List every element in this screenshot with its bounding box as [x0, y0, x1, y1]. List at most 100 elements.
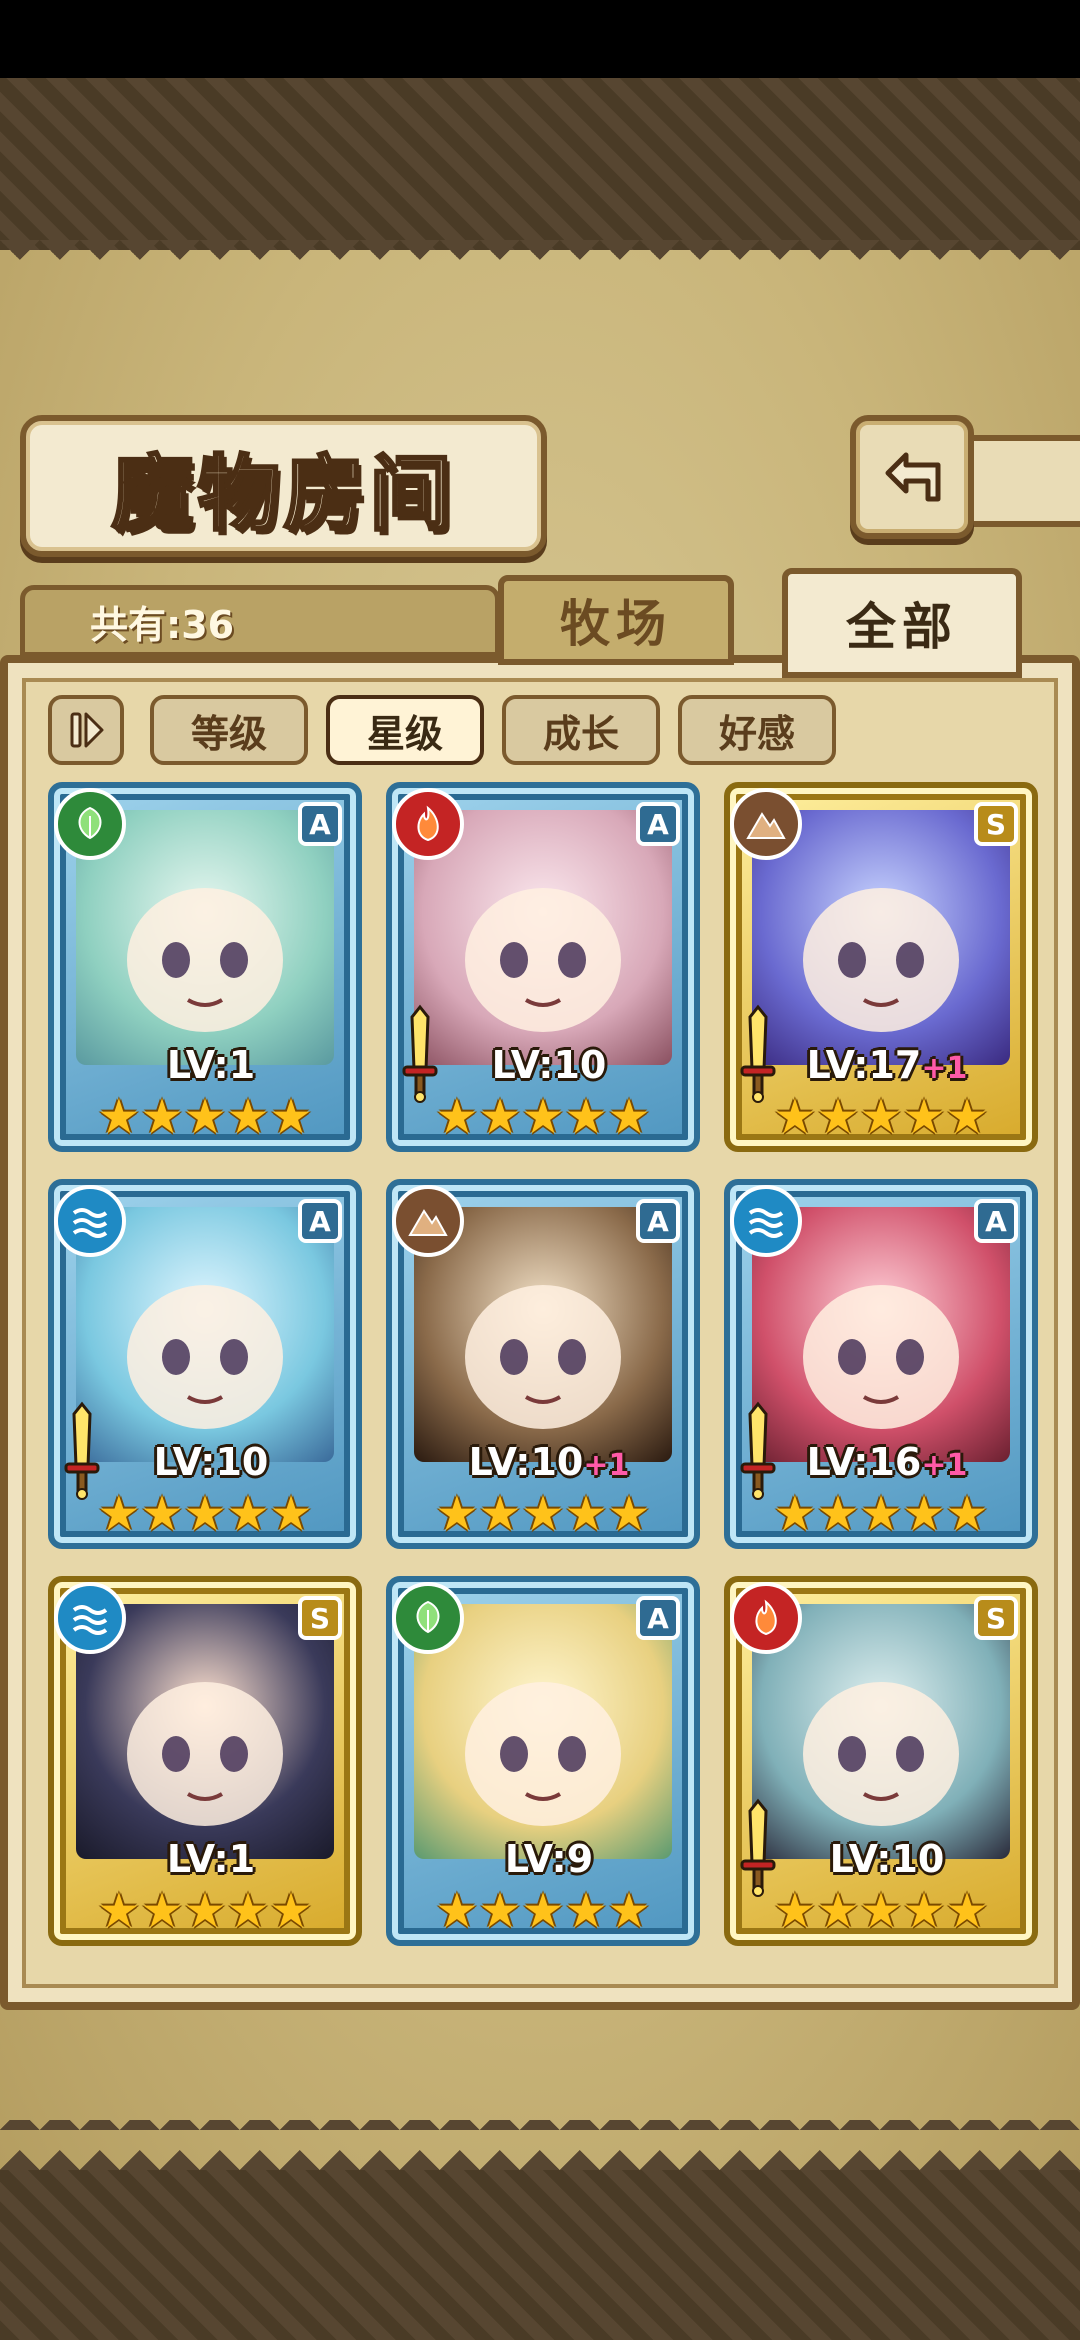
star-icon: ★ — [902, 1089, 946, 1145]
monster-card[interactable]: A LV:16+1 ★ ★ ★ ★ ★ — [724, 1179, 1038, 1549]
monster-card[interactable]: A LV:10 ★ ★ ★ ★ ★ — [386, 782, 700, 1152]
monster-card[interactable]: A LV:9 ★ ★ ★ ★ ★ — [386, 1576, 700, 1946]
level-text: LV:10 — [829, 1837, 945, 1881]
back-arrow-icon — [885, 452, 941, 502]
star-icon: ★ — [435, 1883, 479, 1939]
fire-icon — [730, 1582, 802, 1654]
star-icon: ★ — [140, 1089, 184, 1145]
sort-by-level-button[interactable]: 等级 — [150, 695, 308, 765]
water-icon — [730, 1185, 802, 1257]
star-icon: ★ — [902, 1883, 946, 1939]
monster-card[interactable]: S LV:10 ★ ★ ★ ★ ★ — [724, 1576, 1038, 1946]
star-icon: ★ — [140, 1486, 184, 1542]
sort-by-growth-button[interactable]: 成长 — [502, 695, 660, 765]
star-rating: ★ ★ ★ ★ ★ — [97, 1490, 312, 1538]
monster-count: 共有:36 — [90, 602, 235, 647]
monster-grid: A LV:1 ★ ★ ★ ★ ★ A LV:10 ★ ★ ★ ★ ★ S LV:17+1 ★ ★ ★ ★ ★ A LV:10… — [48, 782, 1038, 1952]
star-icon: ★ — [607, 1089, 651, 1145]
monster-card[interactable]: S LV:1 ★ ★ ★ ★ ★ — [48, 1576, 362, 1946]
star-icon: ★ — [269, 1486, 313, 1542]
sort-order-toggle[interactable] — [48, 695, 124, 765]
star-icon: ★ — [564, 1486, 608, 1542]
level-text: LV:10 — [491, 1043, 607, 1087]
monster-card[interactable]: A LV:1 ★ ★ ★ ★ ★ — [48, 782, 362, 1152]
star-icon: ★ — [607, 1486, 651, 1542]
star-icon: ★ — [97, 1883, 141, 1939]
rank-badge: A — [636, 1199, 680, 1243]
star-icon: ★ — [773, 1883, 817, 1939]
water-icon — [54, 1185, 126, 1257]
level-bonus: +1 — [921, 1448, 968, 1483]
monster-card[interactable]: S LV:17+1 ★ ★ ★ ★ ★ — [724, 782, 1038, 1152]
star-icon: ★ — [478, 1486, 522, 1542]
star-rating: ★ ★ ★ ★ ★ — [773, 1093, 988, 1141]
star-icon: ★ — [773, 1486, 817, 1542]
star-icon: ★ — [902, 1486, 946, 1542]
monster-level: LV:17+1 — [730, 1043, 1044, 1087]
tab-ranch[interactable]: 牧场 — [498, 575, 734, 665]
star-icon: ★ — [183, 1089, 227, 1145]
star-icon: ★ — [269, 1883, 313, 1939]
rank-badge: A — [298, 802, 342, 846]
star-icon: ★ — [183, 1486, 227, 1542]
star-icon: ★ — [945, 1486, 989, 1542]
level-text: LV:1 — [166, 1043, 256, 1087]
star-icon: ★ — [521, 1089, 565, 1145]
level-text: LV:10 — [153, 1440, 269, 1484]
star-rating: ★ ★ ★ ★ ★ — [435, 1093, 650, 1141]
status-bar — [0, 0, 1080, 78]
monster-level: LV:9 — [392, 1837, 706, 1881]
page-title: 魔物房间 — [110, 444, 456, 543]
fire-icon — [392, 788, 464, 860]
earth-icon — [730, 788, 802, 860]
star-icon: ★ — [945, 1089, 989, 1145]
star-icon: ★ — [435, 1486, 479, 1542]
rank-badge: A — [636, 1596, 680, 1640]
sort-by-affection-button[interactable]: 好感 — [678, 695, 836, 765]
monster-card[interactable]: A LV:10 ★ ★ ★ ★ ★ — [48, 1179, 362, 1549]
star-icon: ★ — [564, 1089, 608, 1145]
star-icon: ★ — [564, 1883, 608, 1939]
level-text: LV:10 — [468, 1440, 584, 1484]
star-icon: ★ — [478, 1089, 522, 1145]
level-text: LV:16 — [806, 1440, 922, 1484]
star-icon: ★ — [140, 1883, 184, 1939]
star-icon: ★ — [816, 1089, 860, 1145]
map-background-top — [0, 78, 1080, 250]
star-icon: ★ — [859, 1089, 903, 1145]
back-button[interactable] — [850, 415, 974, 539]
earth-icon — [392, 1185, 464, 1257]
star-icon: ★ — [97, 1486, 141, 1542]
torn-edge-top — [0, 240, 1080, 280]
title-plate: 魔物房间 — [20, 415, 547, 557]
monster-card[interactable]: A LV:10+1 ★ ★ ★ ★ ★ — [386, 1179, 700, 1549]
rank-badge: A — [298, 1199, 342, 1243]
star-icon: ★ — [435, 1089, 479, 1145]
star-rating: ★ ★ ★ ★ ★ — [435, 1490, 650, 1538]
star-icon: ★ — [859, 1486, 903, 1542]
star-rating: ★ ★ ★ ★ ★ — [435, 1887, 650, 1935]
monster-count-bar: 共有:36 — [20, 585, 500, 657]
monster-level: LV:16+1 — [730, 1440, 1044, 1484]
rank-badge: S — [298, 1596, 342, 1640]
torn-edge-bottom — [0, 2120, 1080, 2170]
star-icon: ★ — [521, 1883, 565, 1939]
monster-level: LV:1 — [54, 1043, 368, 1087]
tab-all[interactable]: 全部 — [782, 568, 1022, 678]
monster-level: LV:10+1 — [392, 1440, 706, 1484]
star-icon: ★ — [478, 1883, 522, 1939]
star-icon: ★ — [269, 1089, 313, 1145]
level-text: LV:17 — [806, 1043, 922, 1087]
star-icon: ★ — [226, 1089, 270, 1145]
nature-icon — [54, 788, 126, 860]
star-icon: ★ — [183, 1883, 227, 1939]
sort-order-icon — [70, 712, 104, 748]
rank-badge: A — [974, 1199, 1018, 1243]
monster-level: LV:10 — [54, 1440, 368, 1484]
map-background-bottom — [0, 2170, 1080, 2340]
sort-by-stars-button[interactable]: 星级 — [326, 695, 484, 765]
star-icon: ★ — [226, 1486, 270, 1542]
back-button-rail — [968, 435, 1080, 527]
monster-level: LV:10 — [392, 1043, 706, 1087]
star-icon: ★ — [97, 1089, 141, 1145]
